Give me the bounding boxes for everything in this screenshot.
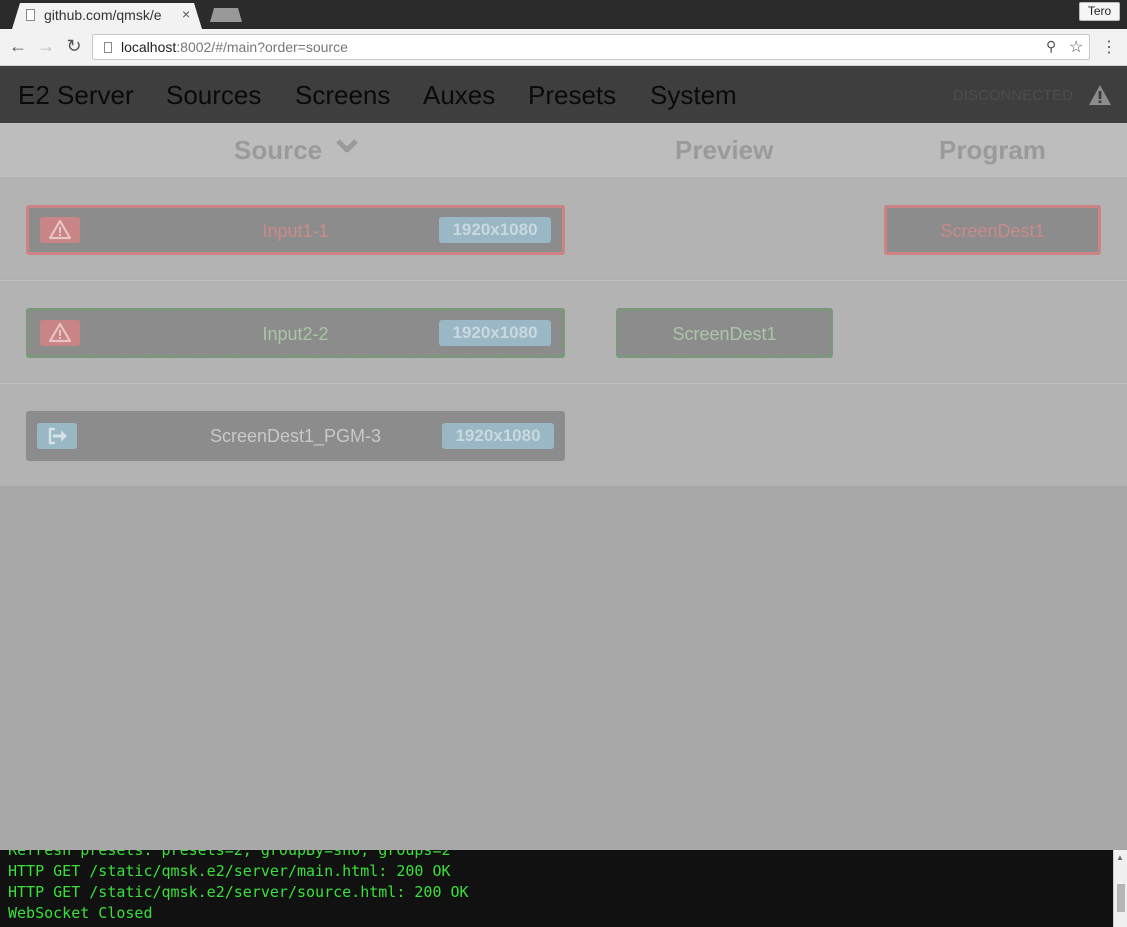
source-item-input1-1[interactable]: Input1-1 1920x1080: [26, 205, 565, 255]
scroll-up-icon[interactable]: ▲: [1116, 853, 1124, 862]
program-column-header: Program: [939, 135, 1046, 165]
app-navbar: E2 Server Sources Screens Auxes Presets …: [0, 66, 1127, 123]
console-line: WebSocket Closed: [8, 904, 153, 922]
table-row: Input2-2 1920x1080 ScreenDest1: [0, 280, 1127, 383]
connection-status: DISCONNECTED: [953, 87, 1074, 104]
bookmark-star-icon[interactable]: ☆: [1069, 37, 1083, 57]
nav-presets[interactable]: Presets: [528, 80, 616, 111]
url-path: :8002/#/main?order=source: [176, 39, 348, 55]
preview-destination-name: ScreenDest1: [672, 324, 777, 344]
warning-icon: [1089, 85, 1111, 105]
back-icon[interactable]: ←: [8, 36, 28, 56]
program-destination-name: ScreenDest1: [940, 221, 1045, 241]
program-item-screendest1[interactable]: ScreenDest1: [884, 205, 1101, 255]
new-tab-button[interactable]: [210, 8, 242, 22]
nav-system[interactable]: System: [650, 80, 737, 111]
browser-tab-bar: github.com/qmsk/e × Tero: [0, 0, 1127, 29]
chevron-down-icon: [336, 139, 359, 153]
browser-menu-icon[interactable]: ⋮: [1100, 37, 1118, 57]
url-host: localhost: [121, 39, 177, 55]
preview-column-header: Preview: [675, 135, 774, 165]
console-line: HTTP GET /static/qmsk.e2/server/main.htm…: [8, 862, 451, 880]
reload-icon[interactable]: ↻: [64, 36, 84, 56]
tab-close-icon[interactable]: ×: [182, 6, 190, 22]
browser-toolbar: ← → ↻ localhost:8002/#/main?order=source…: [0, 29, 1127, 66]
zoom-icon[interactable]: ⚲: [1046, 38, 1056, 55]
page-favicon-icon: [26, 9, 35, 21]
tab-title: github.com/qmsk/e: [44, 7, 162, 23]
page-icon: [104, 42, 112, 53]
source-header-label: Source: [234, 135, 323, 165]
source-column-header[interactable]: Source: [234, 135, 359, 166]
forward-icon[interactable]: →: [36, 36, 56, 56]
nav-screens[interactable]: Screens: [295, 80, 390, 111]
table-row: Input1-1 1920x1080 ScreenDest1: [0, 176, 1127, 279]
console-log: Refresh presets: presets=2, groupBy=sno,…: [0, 850, 1113, 927]
console-scrollbar[interactable]: ▲: [1113, 850, 1127, 927]
profile-button[interactable]: Tero: [1079, 2, 1120, 21]
console-line: Refresh presets: presets=2, groupBy=sno,…: [8, 850, 451, 859]
scroll-thumb[interactable]: [1117, 884, 1125, 912]
resolution-badge: 1920x1080: [439, 217, 551, 243]
nav-e2-server[interactable]: E2 Server: [18, 80, 134, 111]
address-bar[interactable]: localhost:8002/#/main?order=source ⚲ ☆: [92, 34, 1090, 60]
nav-auxes[interactable]: Auxes: [423, 80, 495, 111]
table-row: ScreenDest1_PGM-3 1920x1080: [0, 383, 1127, 486]
nav-sources[interactable]: Sources: [166, 80, 261, 111]
source-item-screendest1-pgm-3[interactable]: ScreenDest1_PGM-3 1920x1080: [26, 411, 565, 461]
source-item-input2-2[interactable]: Input2-2 1920x1080: [26, 308, 565, 358]
preview-item-screendest1[interactable]: ScreenDest1: [616, 308, 833, 358]
empty-content-area: [0, 486, 1127, 850]
console-line: HTTP GET /static/qmsk.e2/server/source.h…: [8, 883, 469, 901]
resolution-badge: 1920x1080: [439, 320, 551, 346]
url-text[interactable]: localhost:8002/#/main?order=source: [121, 39, 348, 55]
table-header: Source Preview Program: [0, 123, 1127, 176]
resolution-badge: 1920x1080: [442, 423, 554, 449]
